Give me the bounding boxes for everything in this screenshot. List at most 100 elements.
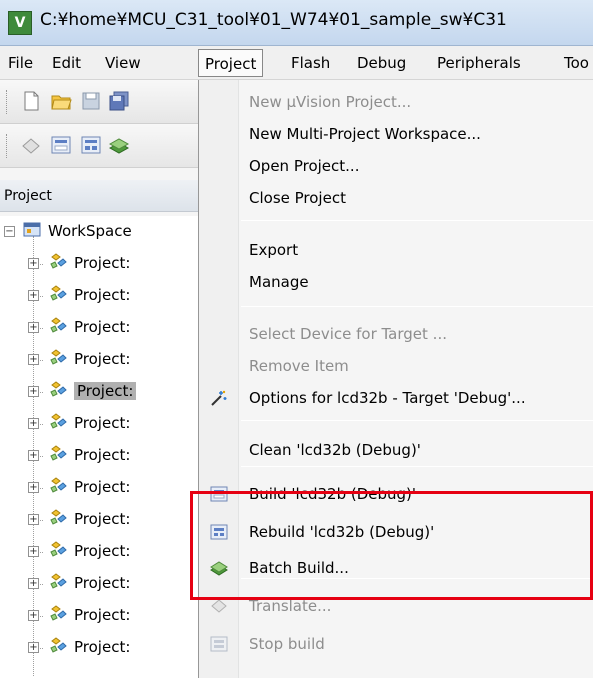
menu-flash[interactable]: Flash (285, 49, 336, 77)
expand-icon[interactable]: + (28, 610, 39, 621)
menu-item-export[interactable]: Export (199, 234, 593, 266)
menu-item-label: New µVision Project... (249, 93, 412, 111)
title-bar: V C:¥home¥MCU_C31_tool¥01_W74¥01_sample_… (0, 0, 593, 46)
tree-project-row[interactable]: + Project: (0, 376, 200, 408)
expand-icon[interactable]: + (28, 482, 39, 493)
menu-item-label: Remove Item (249, 357, 349, 375)
menu-project[interactable]: Project (198, 49, 264, 77)
tree-project-row[interactable]: + Project: (0, 280, 200, 312)
menu-item-label: Manage (249, 273, 309, 291)
tree-project-row[interactable]: + Project: (0, 408, 200, 440)
menu-item-stop-build[interactable]: Stop build (199, 628, 593, 660)
menu-item-select-device-for-target[interactable]: Select Device for Target ... (199, 318, 593, 350)
menu-item-manage[interactable]: Manage (199, 266, 593, 298)
tree-project-row[interactable]: + Project: (0, 248, 200, 280)
tree-project-label: Project: (74, 542, 131, 560)
save-icon[interactable] (80, 90, 102, 112)
expand-icon[interactable]: + (28, 642, 39, 653)
menu-item-options-for-lcd32b-target-debug[interactable]: Options for lcd32b - Target 'Debug'... (199, 382, 593, 414)
expand-icon[interactable]: + (28, 258, 39, 269)
menu-view[interactable]: View (99, 49, 147, 77)
menu-item-new-multi-project-workspace[interactable]: New Multi-Project Workspace... (199, 118, 593, 150)
project-target-icon (50, 413, 67, 429)
menu-item-label: Export (249, 241, 299, 259)
tree-project-label: Project: (74, 318, 131, 336)
translate-icon[interactable] (20, 134, 42, 156)
menu-separator (241, 306, 593, 307)
expand-icon[interactable]: + (28, 418, 39, 429)
menu-peripherals[interactable]: Peripherals (431, 49, 527, 77)
menu-item-clean-lcd32b-debug[interactable]: Clean 'lcd32b (Debug)' (199, 434, 593, 466)
tree-project-row[interactable]: + Project: (0, 472, 200, 504)
tree-project-row[interactable]: + Project: (0, 600, 200, 632)
menu-item-label: New Multi-Project Workspace... (249, 125, 481, 143)
tree-root-label: WorkSpace (48, 222, 132, 240)
tree-project-row[interactable]: + Project: (0, 536, 200, 568)
project-target-icon (50, 637, 67, 653)
highlight-annotation-box (190, 491, 593, 600)
project-panel-header: Project (0, 180, 200, 212)
project-target-icon (50, 541, 67, 557)
project-target-icon (50, 509, 67, 525)
left-panel: Project − WorkSpace + Project: + Project: + P… (0, 80, 200, 678)
menu-tools[interactable]: Too (558, 49, 593, 77)
toolbar-grip[interactable] (6, 134, 9, 158)
file-toolbar (0, 80, 200, 124)
expand-icon[interactable]: + (28, 578, 39, 589)
project-target-icon (50, 253, 67, 269)
project-target-icon (50, 445, 67, 461)
build-icon[interactable] (50, 134, 72, 156)
tree-project-label: Project: (74, 446, 131, 464)
collapse-icon[interactable]: − (4, 226, 15, 237)
project-target-icon (50, 317, 67, 333)
tree-project-label: Project: (74, 638, 131, 656)
menu-edit[interactable]: Edit (46, 49, 87, 77)
batch-build-icon[interactable] (108, 134, 130, 156)
menu-item-close-project[interactable]: Close Project (199, 182, 593, 214)
tree-project-row[interactable]: + Project: (0, 312, 200, 344)
menu-item-label: Stop build (249, 635, 325, 653)
tree-project-row[interactable]: + Project: (0, 344, 200, 376)
new-file-icon[interactable] (20, 90, 42, 112)
menu-file[interactable]: File (2, 49, 39, 77)
menu-item-label: Open Project... (249, 157, 360, 175)
project-target-icon (50, 381, 67, 397)
window-title: C:¥home¥MCU_C31_tool¥01_W74¥01_sample_sw… (40, 10, 507, 30)
tree-project-row[interactable]: + Project: (0, 568, 200, 600)
menu-item-new-vision-project[interactable]: New µVision Project... (199, 86, 593, 118)
save-all-icon[interactable] (108, 90, 130, 112)
menu-item-remove-item[interactable]: Remove Item (199, 350, 593, 382)
stop-build-icon (210, 636, 228, 652)
tree-project-label: Project: (74, 382, 137, 400)
rebuild-icon[interactable] (80, 134, 102, 156)
project-target-icon (50, 285, 67, 301)
expand-icon[interactable]: + (28, 546, 39, 557)
tree-project-row[interactable]: + Project: (0, 632, 200, 664)
menu-bar: File Edit View Project Flash Debug Perip… (0, 46, 593, 80)
menu-item-open-project[interactable]: Open Project... (199, 150, 593, 182)
expand-icon[interactable]: + (28, 450, 39, 461)
tree-project-row[interactable]: + Project: (0, 504, 200, 536)
tree-project-label: Project: (74, 286, 131, 304)
workspace-icon (23, 222, 41, 237)
menu-debug[interactable]: Debug (351, 49, 412, 77)
expand-icon[interactable]: + (28, 354, 39, 365)
project-target-icon (50, 605, 67, 621)
open-folder-icon[interactable] (50, 90, 72, 112)
expand-icon[interactable]: + (28, 322, 39, 333)
tree-project-label: Project: (74, 414, 131, 432)
project-target-icon (50, 573, 67, 589)
project-tree: − WorkSpace + Project: + Project: + Project: +… (0, 216, 200, 678)
tree-root-row[interactable]: − WorkSpace (0, 216, 200, 248)
expand-icon[interactable]: + (28, 290, 39, 301)
tree-project-label: Project: (74, 478, 131, 496)
menu-separator (241, 466, 593, 467)
build-toolbar (0, 124, 200, 168)
expand-icon[interactable]: + (28, 514, 39, 525)
tree-project-label: Project: (74, 254, 131, 272)
toolbar-grip[interactable] (6, 90, 9, 114)
tree-project-row[interactable]: + Project: (0, 440, 200, 472)
menu-item-label: Select Device for Target ... (249, 325, 447, 343)
project-target-icon (50, 477, 67, 493)
expand-icon[interactable]: + (28, 386, 39, 397)
